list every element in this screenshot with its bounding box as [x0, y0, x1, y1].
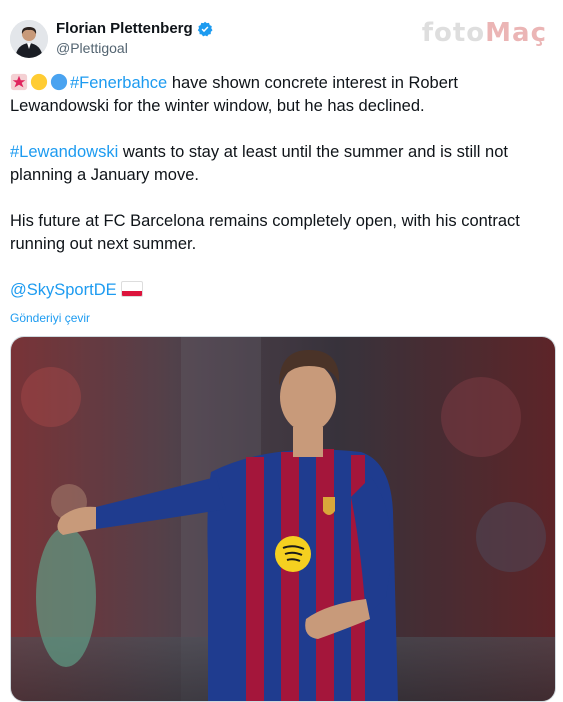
- author-avatar[interactable]: [10, 20, 48, 58]
- football-player-photo-icon: [11, 337, 555, 701]
- tweet-paragraph-3: His future at FC Barcelona remains compl…: [10, 212, 520, 253]
- hashtag-lewandowski-link[interactable]: #Lewandowski: [10, 143, 118, 161]
- tweet-body: #Fenerbahce have shown concrete interest…: [10, 72, 550, 330]
- blue-circle-emoji-icon: [50, 73, 68, 91]
- tweet-media-photo[interactable]: [10, 336, 556, 702]
- tweet-paragraph-2: #Lewandowski wants to stay at least unti…: [10, 141, 550, 187]
- author-display-name[interactable]: Florian Plettenberg: [56, 20, 193, 37]
- author-handle[interactable]: @Plettigoal: [56, 40, 128, 56]
- hashtag-fenerbahce-link[interactable]: #Fenerbahce: [70, 74, 167, 92]
- watermark-text-1: foto: [421, 18, 486, 48]
- tweet-paragraph-4: @SkySportDE: [10, 279, 550, 302]
- mention-skysportde-link[interactable]: @SkySportDE: [10, 281, 117, 299]
- tweet-paragraph-1: #Fenerbahce have shown concrete interest…: [10, 72, 550, 118]
- siren-emoji-icon: [10, 73, 28, 91]
- watermark-text-2: Maç: [485, 18, 547, 48]
- avatar-photo-icon: [10, 20, 48, 58]
- poland-flag-icon: [120, 281, 143, 297]
- yellow-circle-emoji-icon: [30, 73, 48, 91]
- verified-badge-icon: [197, 21, 213, 36]
- fotomac-watermark: foto Maç: [422, 18, 547, 48]
- translate-post-link[interactable]: Gönderiyi çevir: [10, 307, 550, 330]
- tweet-header: Florian Plettenberg @Plettigoal foto Maç: [10, 16, 555, 62]
